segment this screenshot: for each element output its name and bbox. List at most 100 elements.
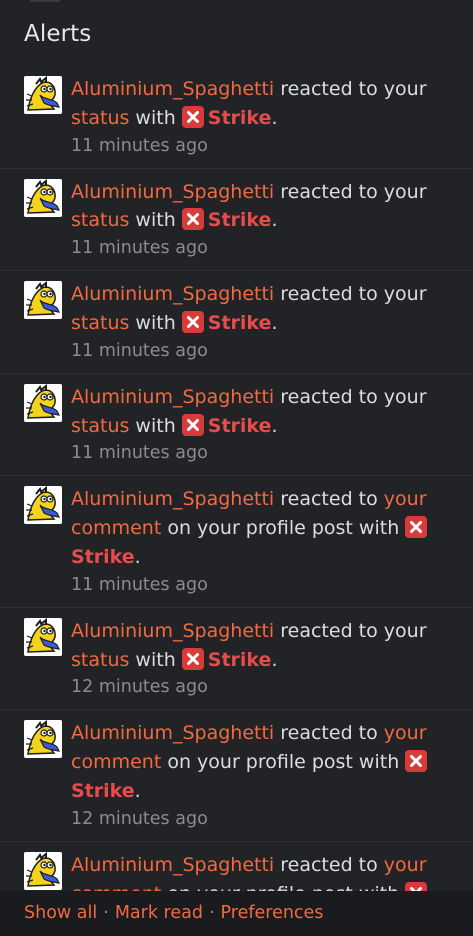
alert-target-suffix: on your profile post (161, 751, 353, 774)
alert-username-link[interactable]: Aluminium_Spaghetti (71, 181, 274, 203)
alert-target-suffix: on your profile post (161, 883, 353, 891)
panel-top-accent (30, 0, 60, 2)
alert-item[interactable]: Aluminium_Spaghetti reacted to your comm… (0, 710, 473, 842)
alert-with: with (129, 209, 182, 232)
avatar-icon (24, 617, 62, 656)
alert-with: with (353, 883, 405, 891)
alert-text: Aluminium_Spaghetti reacted to your comm… (71, 719, 463, 805)
alert-end: . (271, 648, 278, 671)
reaction-name: Strike (207, 414, 272, 437)
alert-time: 12 minutes ago (71, 808, 208, 829)
alert-target-link[interactable]: status (71, 312, 129, 334)
red-x-icon (181, 310, 204, 333)
alert-text: Aluminium_Spaghetti reacted to your stat… (71, 383, 463, 441)
alerts-panel: Alerts Aluminium_Spaghetti reacted to yo… (0, 0, 473, 936)
red-x-icon (405, 881, 428, 891)
alert-verb: reacted to your (274, 619, 427, 642)
avatar[interactable] (24, 720, 62, 759)
alert-end: . (271, 209, 278, 232)
avatar[interactable] (24, 178, 62, 217)
alert-target-link[interactable]: status (71, 649, 129, 671)
alert-text: Aluminium_Spaghetti reacted to your stat… (71, 75, 463, 133)
red-x-icon (181, 105, 204, 128)
avatar-icon (24, 383, 62, 422)
alert-username-link[interactable]: Aluminium_Spaghetti (71, 620, 274, 642)
alert-text: Aluminium_Spaghetti reacted to your comm… (71, 485, 463, 571)
reaction-name: Strike (207, 311, 272, 334)
show-all-link[interactable]: Show all (24, 903, 97, 923)
preferences-link[interactable]: Preferences (221, 903, 324, 923)
red-x-icon (405, 516, 428, 539)
alert-text: Aluminium_Spaghetti reacted to your stat… (71, 617, 463, 675)
reaction-name: Strike (207, 106, 272, 129)
avatar-icon (24, 486, 62, 525)
red-x-icon (405, 750, 428, 773)
alert-item[interactable]: Aluminium_Spaghetti reacted to your stat… (0, 374, 473, 477)
alert-verb: reacted to your (274, 180, 427, 203)
alert-with: with (129, 106, 182, 129)
avatar[interactable] (24, 383, 62, 422)
avatar[interactable] (24, 851, 62, 890)
alert-item[interactable]: Aluminium_Spaghetti reacted to your stat… (0, 608, 473, 711)
red-x-icon (181, 413, 204, 436)
alert-username-link[interactable]: Aluminium_Spaghetti (71, 386, 274, 408)
alert-verb: reacted to (274, 722, 384, 745)
avatar[interactable] (24, 617, 62, 656)
alert-verb: reacted to your (274, 385, 427, 408)
alert-verb: reacted to your (274, 283, 427, 306)
reaction-name: Strike (207, 648, 272, 671)
alert-target-link[interactable]: status (71, 415, 129, 437)
alert-text: Aluminium_Spaghetti reacted to your stat… (71, 280, 463, 338)
avatar-icon (24, 76, 62, 114)
avatar-icon (24, 281, 62, 320)
alert-item[interactable]: Aluminium_Spaghetti reacted to your comm… (0, 842, 473, 891)
reaction-name: Strike (71, 779, 135, 802)
alert-end: . (271, 414, 278, 437)
alert-item[interactable]: Aluminium_Spaghetti reacted to your stat… (0, 271, 473, 374)
alert-time: 11 minutes ago (71, 238, 208, 259)
panel-title: Alerts (24, 21, 92, 47)
alert-username-link[interactable]: Aluminium_Spaghetti (71, 722, 274, 744)
alert-item[interactable]: Aluminium_Spaghetti reacted to your comm… (0, 476, 473, 608)
alert-verb: reacted to (274, 853, 384, 876)
alert-with: with (129, 648, 182, 671)
footer-separator: · (103, 903, 109, 923)
alert-with: with (352, 517, 406, 540)
alert-item[interactable]: Aluminium_Spaghetti reacted to your stat… (0, 169, 473, 272)
alert-item[interactable]: Aluminium_Spaghetti reacted to your stat… (0, 66, 473, 169)
alert-username-link[interactable]: Aluminium_Spaghetti (71, 78, 274, 100)
alert-target-suffix: on your profile post (161, 517, 353, 540)
reaction-name: Strike (71, 545, 135, 568)
alert-username-link[interactable]: Aluminium_Spaghetti (71, 854, 274, 876)
avatar-icon (24, 851, 62, 890)
alert-text: Aluminium_Spaghetti reacted to your comm… (71, 851, 463, 891)
alert-target-link[interactable]: status (71, 107, 129, 129)
alert-username-link[interactable]: Aluminium_Spaghetti (71, 283, 274, 305)
alert-time: 11 minutes ago (71, 135, 208, 156)
alert-with: with (352, 751, 406, 774)
reaction-name: Strike (207, 209, 272, 232)
red-x-icon (181, 208, 204, 231)
alert-time: 11 minutes ago (71, 340, 208, 361)
avatar[interactable] (24, 76, 62, 114)
mark-read-link[interactable]: Mark read (115, 903, 203, 923)
alert-verb: reacted to (274, 488, 384, 511)
alert-time: 11 minutes ago (71, 443, 208, 464)
alert-with: with (129, 414, 182, 437)
alert-target-link[interactable]: status (71, 209, 129, 231)
red-x-icon (181, 647, 204, 670)
alert-time: 12 minutes ago (71, 677, 208, 698)
alert-list[interactable]: Aluminium_Spaghetti reacted to your stat… (0, 66, 473, 891)
avatar-icon (24, 178, 62, 217)
avatar-icon (24, 720, 62, 759)
alert-with: with (129, 311, 182, 334)
alert-username-link[interactable]: Aluminium_Spaghetti (71, 488, 274, 510)
avatar[interactable] (24, 486, 62, 525)
alert-end: . (134, 545, 141, 568)
alert-end: . (271, 311, 278, 334)
alert-verb: reacted to your (274, 78, 427, 100)
alert-text: Aluminium_Spaghetti reacted to your stat… (71, 178, 463, 236)
alert-end: . (271, 106, 278, 129)
avatar[interactable] (24, 281, 62, 320)
alert-time: 11 minutes ago (71, 574, 208, 595)
